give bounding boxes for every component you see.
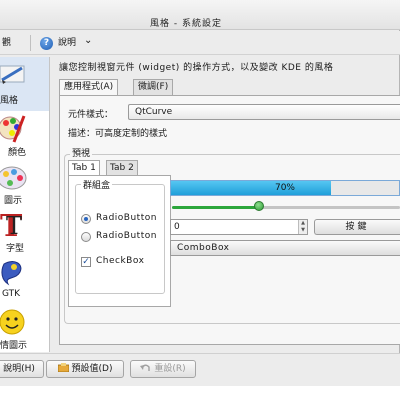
tab-preview-1[interactable]: Tab 1 (68, 160, 100, 176)
window-title: 風格 - 系統設定 (150, 19, 222, 29)
slider-fill (172, 206, 259, 209)
chevron-down-icon[interactable]: ⌄ (84, 34, 92, 48)
sidebar-item-label: 字型 (6, 244, 25, 254)
defaults-button[interactable]: 預設值(D) (46, 360, 124, 378)
sidebar-item-style[interactable]: 風格 (0, 57, 49, 111)
sidebar-item-emoticons[interactable]: 情圖示 (0, 303, 49, 352)
tab-preview-2[interactable]: Tab 2 (106, 160, 138, 175)
help-button[interactable]: 說明(H) (0, 360, 44, 378)
sidebar-item-label: 情圖示 (0, 341, 28, 351)
slider-handle[interactable] (253, 201, 264, 211)
progress-text: 70% (274, 183, 295, 193)
overview-button[interactable]: 觀 (2, 36, 11, 50)
gtk-icon (1, 261, 22, 286)
radio-button-1[interactable] (81, 214, 91, 224)
reset-button-label: 重設(R) (154, 364, 186, 374)
toolbar-separator (30, 35, 31, 51)
svg-text:T: T (6, 212, 22, 240)
push-button[interactable]: 按鍵 (314, 219, 400, 235)
help-icon: ? (40, 37, 53, 50)
radio-button-1-label: RadioButton (96, 213, 157, 223)
system-settings-window: 風格 - 系統設定 觀 ? 說明 ⌄ 風格 顏色 圖示 T T 字型 GTK 情… (0, 0, 400, 386)
category-sidebar: 風格 顏色 圖示 T T 字型 GTK 情圖示 (0, 57, 50, 352)
sidebar-item-colors[interactable]: 顏色 (0, 111, 49, 165)
style-settings-content: 讓您控制視窗元件 (widget) 的操作方式，以及變改 KDE 的風格 應用程… (55, 57, 400, 352)
preview-label: 預視 (70, 146, 93, 159)
radio-button-2-label: RadioButton (96, 231, 157, 241)
defaults-button-label: 預設值(D) (71, 364, 113, 374)
help-menu-button[interactable]: 說明 (58, 36, 76, 50)
fonts-icon: T T (0, 210, 23, 240)
widget-style-combobox[interactable]: QtCurve (128, 104, 400, 120)
emoticons-smiley-icon (0, 309, 25, 335)
reset-button[interactable]: 重設(R) (130, 360, 196, 378)
title-bar: 風格 - 系統設定 (0, 0, 400, 30)
colors-palette-icon (0, 115, 26, 143)
tab-fine-tuning[interactable]: 微調(F) (133, 79, 174, 95)
tab-applications[interactable]: 應用程式(A) (59, 79, 119, 96)
sidebar-item-label: 顏色 (8, 148, 27, 158)
radio-button-2[interactable] (81, 232, 91, 242)
defaults-icon (57, 363, 69, 372)
checkbox-label: CheckBox (96, 256, 145, 266)
group-box-label: 群組盒 (81, 178, 113, 191)
widget-style-label: 元件樣式： (68, 110, 114, 120)
progress-bar: 70% (170, 180, 400, 196)
toolbar: 觀 ? 說明 ⌄ (0, 31, 400, 55)
slider-track[interactable] (172, 206, 400, 209)
sidebar-item-gtk[interactable]: GTK (0, 255, 49, 309)
sidebar-item-fonts[interactable]: T T 字型 (0, 207, 49, 261)
checkbox[interactable]: ✓ (81, 257, 91, 267)
preview-combobox[interactable]: ComboBox (170, 240, 400, 256)
spin-arrows-icon[interactable]: ▲ ▼ (298, 220, 307, 234)
preview-tab-panel: 群組盒 RadioButton RadioButton ✓ CheckBox (68, 175, 171, 307)
spin-box[interactable]: 0 ▲ ▼ (170, 219, 308, 235)
style-brush-icon (0, 65, 25, 84)
icons-icon (0, 166, 27, 190)
undo-icon (140, 364, 151, 371)
bottom-button-bar: 說明(H) 預設值(D) 重設(R) (0, 353, 400, 386)
help-button-label: 說明(H) (3, 364, 35, 374)
style-description: 描述：可高度定制的樣式 (68, 129, 168, 139)
spin-box-value: 0 (174, 222, 180, 232)
module-description: 讓您控制視窗元件 (widget) 的操作方式，以及變改 KDE 的風格 (59, 63, 334, 73)
sidebar-item-label: 圖示 (4, 196, 23, 206)
sidebar-item-label: 風格 (0, 96, 19, 106)
sidebar-item-label: GTK (2, 289, 21, 299)
